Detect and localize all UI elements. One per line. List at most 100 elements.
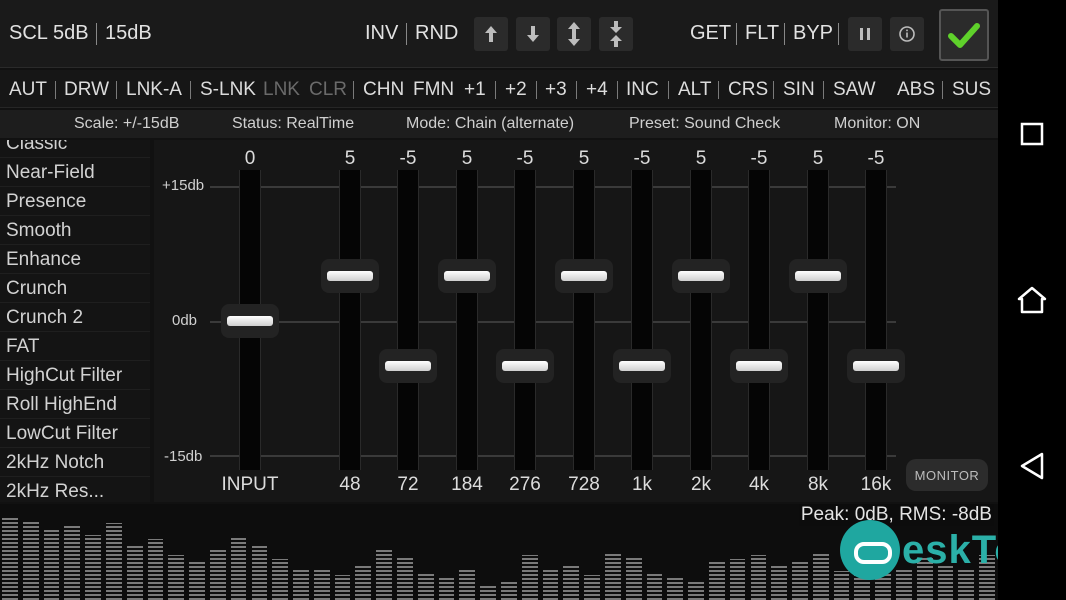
- equalizer-panel: +15db 0db -15db 0 INPUT 5 48 -5 72 5 184 -5 276 5 7…: [154, 140, 998, 502]
- spectrum-bar: [563, 564, 580, 600]
- confirm-button[interactable]: [939, 9, 989, 61]
- drw-button[interactable]: DRW: [64, 79, 109, 101]
- spectrum-bar: [625, 557, 642, 600]
- abs-button[interactable]: ABS: [897, 79, 935, 101]
- preset-item[interactable]: Classic: [0, 140, 150, 158]
- plus1-button[interactable]: +1: [464, 79, 486, 101]
- clr-button[interactable]: CLR: [309, 79, 347, 101]
- spectrum-bar: [708, 562, 725, 600]
- grid-line-bottom: [210, 455, 896, 457]
- filter-button[interactable]: FLT: [745, 22, 779, 45]
- eq-slider-track[interactable]: [573, 170, 595, 470]
- eq-slider-knob[interactable]: [613, 349, 671, 383]
- back-button[interactable]: [1016, 450, 1048, 482]
- eq-slider-track[interactable]: [397, 170, 419, 470]
- spectrum-bar: [542, 568, 559, 600]
- scl-button[interactable]: SCL: [9, 22, 48, 45]
- eq-slider-track[interactable]: [690, 170, 712, 470]
- band-value-label: 5: [461, 148, 473, 169]
- eq-slider-track[interactable]: [865, 170, 887, 470]
- expand-button[interactable]: [557, 17, 591, 51]
- preset-item[interactable]: Crunch 2: [0, 304, 150, 332]
- eq-slider-knob[interactable]: [730, 349, 788, 383]
- inc-button[interactable]: INC: [626, 79, 659, 101]
- recents-button[interactable]: [1016, 118, 1048, 150]
- s-lnk-button[interactable]: S-LNK: [200, 79, 256, 101]
- eq-slider-track[interactable]: [514, 170, 536, 470]
- eq-slider-knob[interactable]: [221, 304, 279, 338]
- preset-item[interactable]: Roll HighEnd: [0, 391, 150, 419]
- lnk-button[interactable]: LNK: [263, 79, 300, 101]
- spectrum-bar: [792, 560, 808, 600]
- eq-slider-knob[interactable]: [379, 349, 437, 383]
- eq-slider-track[interactable]: [456, 170, 478, 470]
- status-bar: Scale: +/-15dB Status: RealTime Mode: Ch…: [0, 110, 998, 138]
- sus-button[interactable]: SUS: [952, 79, 991, 101]
- spectrum-bar: [230, 537, 247, 600]
- alt-button[interactable]: ALT: [678, 79, 711, 101]
- spectrum-bar: [584, 575, 600, 600]
- preset-item[interactable]: 2kHz Notch: [0, 449, 150, 477]
- separator: [576, 81, 577, 99]
- saw-button[interactable]: SAW: [833, 79, 876, 101]
- plus2-button[interactable]: +2: [505, 79, 527, 101]
- preset-item[interactable]: 2kHz Res...: [0, 478, 150, 502]
- preset-item[interactable]: Enhance: [0, 246, 150, 274]
- invert-button[interactable]: INV: [365, 22, 398, 45]
- preset-item[interactable]: Near-Field: [0, 159, 150, 187]
- shift-up-button[interactable]: [474, 17, 508, 51]
- preset-item[interactable]: FAT: [0, 333, 150, 361]
- get-button[interactable]: GET: [690, 22, 731, 45]
- db-mid-label: 0db: [172, 312, 198, 329]
- random-button[interactable]: RND: [415, 22, 458, 45]
- spectrum-bar: [293, 568, 309, 600]
- watermark: eskTop: [840, 516, 998, 586]
- bypass-button[interactable]: BYP: [793, 22, 833, 45]
- preset-item[interactable]: LowCut Filter: [0, 420, 150, 448]
- fmn-button[interactable]: FMN: [413, 79, 454, 101]
- preset-item[interactable]: Presence: [0, 188, 150, 216]
- eq-slider-knob[interactable]: [496, 349, 554, 383]
- preset-item[interactable]: Smooth: [0, 217, 150, 245]
- eq-slider-knob[interactable]: [847, 349, 905, 383]
- spectrum-bar: [2, 517, 18, 600]
- eq-slider-knob[interactable]: [438, 259, 496, 293]
- pause-button[interactable]: [848, 17, 882, 51]
- preset-item[interactable]: HighCut Filter: [0, 362, 150, 390]
- separator: [773, 81, 774, 99]
- preset-item[interactable]: Crunch: [0, 275, 150, 303]
- chn-button[interactable]: CHN: [363, 79, 404, 101]
- spectrum-bar: [604, 553, 621, 600]
- compress-button[interactable]: [599, 17, 633, 51]
- monitor-button[interactable]: MONITOR: [906, 459, 988, 491]
- aut-button[interactable]: AUT: [9, 79, 47, 101]
- preset-list[interactable]: Classic Near-Field Presence Smooth Enhance Cr…: [0, 140, 150, 502]
- plus4-button[interactable]: +4: [586, 79, 608, 101]
- system-nav-bar: [998, 0, 1066, 600]
- separator: [406, 23, 407, 45]
- eq-slider-track[interactable]: [748, 170, 770, 470]
- eq-slider-track[interactable]: [631, 170, 653, 470]
- shift-down-button[interactable]: [516, 17, 550, 51]
- lnk-a-button[interactable]: LNK-A: [126, 79, 182, 101]
- crs-button[interactable]: CRS: [728, 79, 768, 101]
- sin-button[interactable]: SIN: [783, 79, 815, 101]
- preset-status: Preset: Sound Check: [629, 115, 781, 132]
- scale-5db-button[interactable]: 5dB: [53, 22, 89, 45]
- spectrum-bar: [147, 539, 164, 600]
- band-value-label: 5: [578, 148, 590, 169]
- scale-15db-button[interactable]: 15dB: [105, 22, 152, 45]
- db-bottom-label: -15db: [164, 448, 203, 465]
- info-button[interactable]: [890, 17, 924, 51]
- eq-slider-track[interactable]: [339, 170, 361, 470]
- plus3-button[interactable]: +3: [545, 79, 567, 101]
- spectrum-bar: [376, 548, 393, 600]
- home-button[interactable]: [1016, 284, 1048, 316]
- eq-slider-knob[interactable]: [321, 259, 379, 293]
- band-value-label: 0: [244, 148, 256, 169]
- eq-slider-track[interactable]: [807, 170, 829, 470]
- eq-slider-knob[interactable]: [672, 259, 730, 293]
- spectrum-bar: [64, 526, 81, 600]
- eq-slider-knob[interactable]: [789, 259, 847, 293]
- eq-slider-knob[interactable]: [555, 259, 613, 293]
